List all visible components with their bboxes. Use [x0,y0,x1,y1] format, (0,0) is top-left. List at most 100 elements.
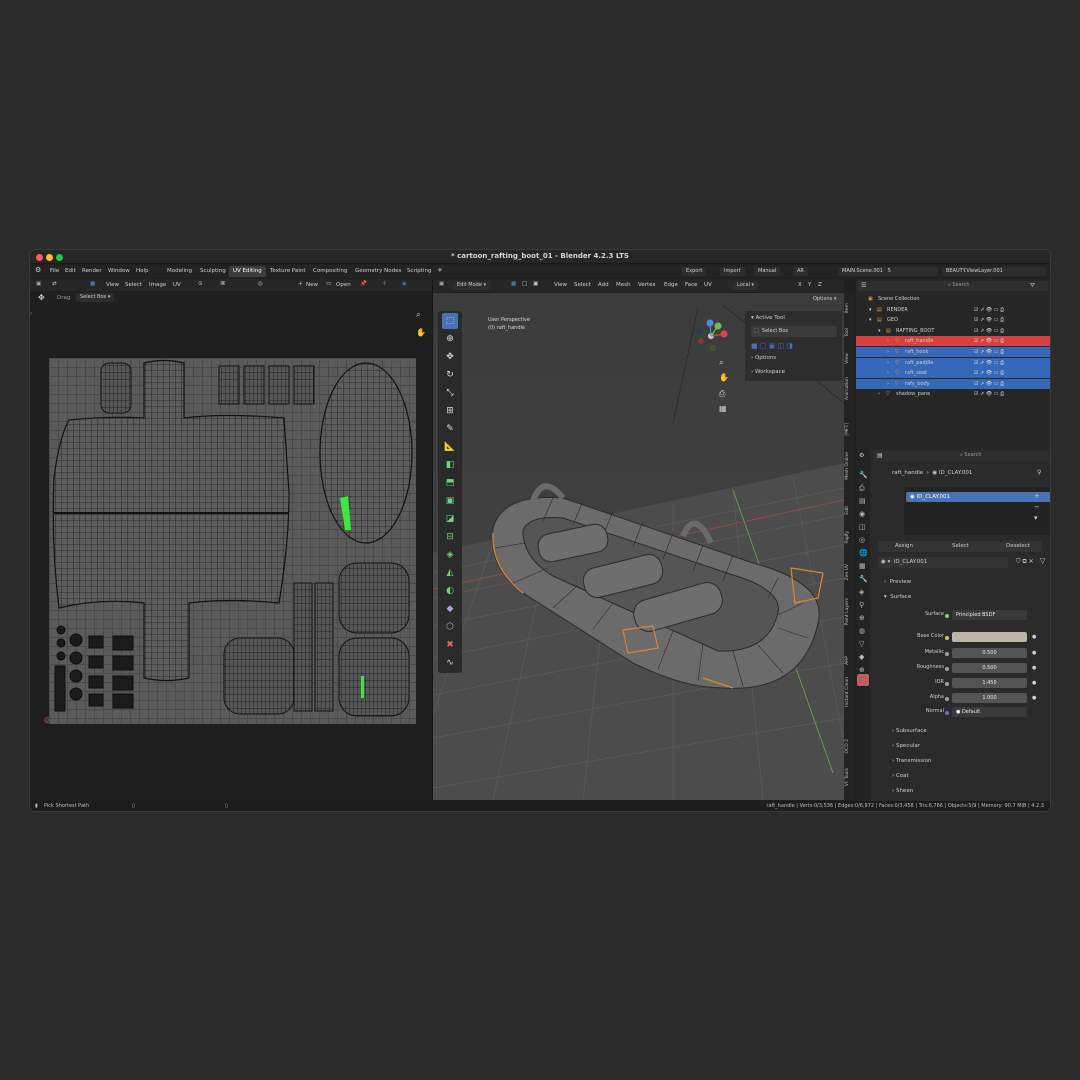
deselect-button[interactable]: Deselect [1006,543,1030,549]
material-slot-active[interactable]: ◉ ID_CLAY.001 [906,492,1050,502]
poly-build-tool-icon[interactable]: ◭ [442,565,458,581]
outliner-item-raft-paddle[interactable]: › ▽ raft_paddle ☑ ➚ 👁 ▭ ⎙ [856,357,1050,368]
assign-button[interactable]: Assign [895,543,913,549]
vp-menu-view[interactable]: View [554,282,567,288]
cursor-tool-icon[interactable]: ⊕ [442,331,458,347]
uv-overlay-icon[interactable]: ◉ [402,281,407,287]
sidebar-tab-view[interactable]: View [845,353,853,364]
subpanel-subsurface[interactable]: › Subsurface [892,728,927,734]
tab-geometry-nodes[interactable]: Geometry Nodes [351,266,405,277]
outliner-item-rafting-boot[interactable]: ▾ ▤ RAFTING_BOOT ☑ ➚ 👁 ▭ ⎙ [856,326,1050,336]
viewport-pan-icon[interactable]: ✋ [719,373,729,382]
tab-compositing[interactable]: Compositing [309,266,351,277]
shrink-tool-icon[interactable]: ✖ [442,637,458,653]
rip-tool-icon[interactable]: ∿ [442,655,458,671]
rotate-tool-icon[interactable]: ↻ [442,367,458,383]
hand-pan-icon[interactable]: ✋ [416,328,426,337]
menu-file[interactable]: File [50,268,59,274]
subpanel-transmission[interactable]: › Transmission [892,758,931,764]
param-field-metallic[interactable]: 0.500 [952,648,1027,658]
sidebar-tab-zen-uv[interactable]: Zen UV [845,564,853,581]
param-socket-icon[interactable] [945,697,949,701]
visibility-toggle-icons[interactable]: ☑ ➚ 👁 ▭ ⎙ [974,379,1004,389]
orientation-dropdown[interactable]: Local ▾ [733,281,759,290]
loop-cut-tool-icon[interactable]: ⊟ [442,529,458,545]
scale-tool-icon[interactable]: ⤡ [442,385,458,401]
vp-menu-uv[interactable]: UV [704,282,712,288]
select-mode-icons[interactable]: ■ □ ▣ ◫ ◨ [751,342,793,350]
param-socket-icon[interactable] [945,652,949,656]
edge-select-icon[interactable]: □ [522,281,527,287]
manual-button[interactable]: Manual [754,267,781,276]
extrude-tool-icon[interactable]: ⬒ [442,475,458,491]
sidebar-tab-paint-layers[interactable]: Paint Layers [845,598,853,625]
properties-type-icon[interactable]: ⚙ [859,452,864,459]
export-button[interactable]: Export [682,267,707,276]
base-color-keyframe-icon[interactable]: ● [1032,634,1036,640]
sidebar-tab-arp[interactable]: ARP [845,656,853,665]
outliner-item-raft-seat[interactable]: › ▽ raft_seat ☑ ➚ 👁 ▭ ⎙ [856,368,1050,379]
properties-tab-icons[interactable]: 🔧 ⎙ ▤ ◉ ◫ ◎ 🌐 ▦ 🔧 ◈ ⚲ ⊕ ◍ ▽ ◆ ⊕ [859,469,868,677]
sidebar-tab-mft[interactable]: [MFT] [845,423,853,436]
expand-arrow-icon[interactable]: › [887,379,889,389]
expand-arrow-icon[interactable]: › [887,358,889,368]
subpanel-sheen[interactable]: › Sheen [892,788,913,794]
select-box-dropdown[interactable]: Select Box ▾ [76,293,115,302]
pin-icon[interactable]: 📌 [360,281,367,287]
base-color-swatch[interactable] [952,632,1027,642]
bevel-tool-icon[interactable]: ◪ [442,511,458,527]
snap-icon[interactable]: ⌘ [220,281,226,287]
sidebar-tab-item[interactable]: Item [845,303,853,313]
uv-sync-icon[interactable]: ⇄ [52,281,57,287]
outliner-item-raft-hook[interactable]: › ▽ raft_hook ☑ ➚ 👁 ▭ ⎙ [856,347,1050,357]
open-image-button[interactable]: Open [336,282,351,288]
tab-uv-editing[interactable]: UV Editing [229,266,266,277]
tab-modeling[interactable]: Modeling [163,266,196,277]
expand-arrow-icon[interactable]: › [878,389,880,399]
mirror-z[interactable]: Z [818,282,822,288]
ar-button[interactable]: AR [793,267,808,276]
keyframe-icon[interactable]: ● [1032,680,1036,686]
visibility-toggle-icons[interactable]: ☑ ➚ 👁 ▭ ⎙ [974,326,1004,336]
normal-field[interactable]: ● Default [952,707,1027,717]
vertex-select-icon[interactable]: ■ [511,281,516,287]
annotate-tool-icon[interactable]: ✎ [442,421,458,437]
uv-menu-image[interactable]: Image [149,282,166,288]
menu-edit[interactable]: Edit [65,268,76,274]
mirror-x[interactable]: X [798,282,802,288]
base-color-socket-icon[interactable] [945,636,949,640]
outliner-item-shadow-pane[interactable]: › ▽ shadow_pane ☑ ➚ 👁 ▭ ⎙ [856,389,1050,399]
vp-menu-vertex[interactable]: Vertex [638,282,656,288]
add-workspace-icon[interactable]: + [437,266,443,274]
menu-window[interactable]: Window [108,268,130,274]
vp-menu-select[interactable]: Select [574,282,591,288]
view-layer-selector[interactable]: BEAUTY.ViewLayer.001 [942,267,1046,276]
material-datablock[interactable]: ◉ ▾ ID_CLAY.001 [878,557,1008,568]
vp-menu-add[interactable]: Add [598,282,609,288]
param-socket-icon[interactable] [945,682,949,686]
material-slot-list[interactable]: ◉ ID_CLAY.001 [904,487,1050,535]
surface-shader-field[interactable]: Principled BSDF [952,610,1027,620]
subpanel-coat[interactable]: › Coat [892,773,909,779]
outliner-item-raft-handle[interactable]: › ▽ raft_handle ☑ ➚ 👁 ▭ ⎙ [856,336,1050,347]
vp-menu-mesh[interactable]: Mesh [616,282,630,288]
uv-snapping-icon[interactable]: ✣ [382,281,387,287]
outliner-type-icon[interactable]: ☰ [861,282,866,289]
param-socket-icon[interactable] [945,667,949,671]
blender-logo-icon[interactable]: ⚙ [35,266,41,274]
add-cube-tool-icon[interactable]: ◧ [442,457,458,473]
visibility-toggle-icons[interactable]: ☑ ➚ 👁 ▭ ⎙ [974,347,1004,357]
import-button[interactable]: Import [720,267,745,276]
face-select-icon[interactable]: ▣ [533,281,538,287]
pivot-icon[interactable]: ⊙ [198,281,203,287]
select-button[interactable]: Select [952,543,969,549]
sidebar-tab-edit[interactable]: Edit [845,506,853,515]
move-cursor-icon[interactable]: ✥ [38,293,45,302]
keyframe-icon[interactable]: ● [1032,695,1036,701]
new-image-icon[interactable]: + [298,281,303,287]
editor-type-icon[interactable]: ▣ [36,281,41,287]
spin-tool-icon[interactable]: ◐ [442,583,458,599]
workspace-header[interactable]: › Workspace [751,369,785,375]
ortho-toggle-icon[interactable]: ▦ [719,404,727,413]
surface-panel-header[interactable]: ▾ Surface [884,594,911,600]
